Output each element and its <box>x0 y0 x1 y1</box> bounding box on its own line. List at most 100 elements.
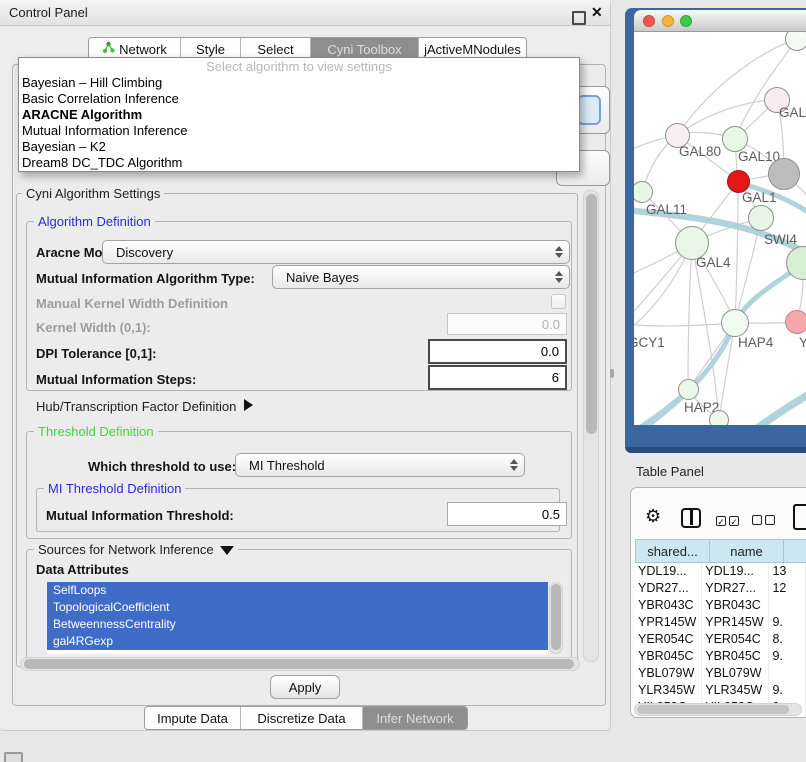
hub-definition-label: Hub/Transcription Factor Definition <box>36 399 236 414</box>
table-cell: YDR27... <box>635 580 702 597</box>
table-cell: YLR345W <box>635 682 702 699</box>
mi-type-select[interactable]: Naive Bayes <box>272 265 570 289</box>
network-window-shadow <box>625 447 806 453</box>
table-row[interactable]: YDR27...YDR27...12 <box>635 580 806 597</box>
network-node[interactable] <box>709 410 729 425</box>
mi-steps-field[interactable] <box>428 365 567 390</box>
close-panel-icon[interactable]: ✕ <box>591 4 603 21</box>
which-threshold-select[interactable]: MI Threshold <box>235 453 525 477</box>
table-cell: YER054C <box>635 631 702 648</box>
table-cell: YPR145W <box>635 614 702 631</box>
mi-type-label: Mutual Information Algorithm Type: <box>36 271 255 286</box>
which-threshold-label: Which threshold to use: <box>88 459 236 474</box>
control-panel-title: Control Panel <box>9 5 88 20</box>
dpi-tolerance-field[interactable] <box>428 339 567 364</box>
apply-button-label: Apply <box>289 680 322 695</box>
cyni-algorithm-settings-title: Cyni Algorithm Settings <box>22 186 164 201</box>
table-cell: YBR043C <box>702 597 769 614</box>
attribute-item-gal4rgexp[interactable]: gal4RGexp <box>47 633 548 650</box>
minimize-window-button[interactable] <box>662 15 674 27</box>
table-cell: YDL19... <box>702 563 769 580</box>
algorithm-option-aracne-algorithm[interactable]: ARACNE Algorithm <box>19 107 579 123</box>
algorithm-option-basic-correlation-inference[interactable]: Basic Correlation Inference <box>19 91 579 107</box>
manual-kernel-checkbox[interactable] <box>551 294 566 309</box>
network-node-y[interactable] <box>785 310 806 334</box>
focused-spinner-fragment[interactable] <box>577 95 601 125</box>
sources-group-header[interactable]: Sources for Network Inference <box>34 542 238 557</box>
attribute-item-topologicalcoefficient[interactable]: TopologicalCoefficient <box>47 599 548 616</box>
algorithm-option-bayesian-k2[interactable]: Bayesian – K2 <box>19 139 579 155</box>
mi-threshold-field[interactable] <box>447 502 567 526</box>
settings-scrollbar-thumb[interactable] <box>586 194 597 434</box>
deselect-all-rows-icon[interactable] <box>752 512 778 530</box>
attributes-scrollbar-thumb[interactable] <box>551 584 561 650</box>
column-header-name[interactable]: name <box>709 539 783 563</box>
table-cell: YBL079W <box>635 665 702 682</box>
kernel-width-field[interactable] <box>447 313 567 335</box>
network-node-label: GAL11 <box>646 202 687 217</box>
attribute-item-selfloops[interactable]: SelfLoops <box>47 582 548 599</box>
tab-label: Discretize Data <box>257 711 345 726</box>
tab-infer-network[interactable]: Infer Network <box>363 707 467 729</box>
aracne-mode-select[interactable]: Discovery <box>102 240 570 264</box>
table-row[interactable]: YBR043CYBR043C <box>635 597 806 614</box>
algorithm-option-dream8-dc-tdc-algorithm[interactable]: Dream8 DC_TDC Algorithm <box>19 155 579 171</box>
table-settings-gear-icon[interactable]: ⚙ <box>645 506 661 527</box>
network-window-titlebar[interactable] <box>634 10 806 32</box>
data-attributes-list: SelfLoopsTopologicalCoefficientBetweenne… <box>47 582 548 654</box>
table-row[interactable]: YBR045CYBR045C9. <box>635 648 806 665</box>
table-cell: 9. <box>769 614 806 631</box>
table-row[interactable]: YBL079WYBL079W <box>635 665 806 682</box>
aracne-mode-value: Discovery <box>116 245 173 260</box>
table-cell: YBL079W <box>702 665 769 682</box>
column-visibility-icon[interactable] <box>681 508 701 528</box>
table-cell: 8. <box>769 631 806 648</box>
data-attributes-label: Data Attributes <box>36 562 129 577</box>
kernel-width-label: Kernel Width (0,1): <box>36 320 151 335</box>
algorithm-option-bayesian-hill-climbing[interactable]: Bayesian – Hill Climbing <box>19 75 579 91</box>
table-panel-title: Table Panel <box>636 464 704 479</box>
export-table-icon[interactable] <box>793 504 806 530</box>
panel-splitter-grip[interactable] <box>610 369 614 378</box>
column-header-hidden[interactable] <box>783 539 806 563</box>
table-row[interactable]: YER054CYER054C8. <box>635 631 806 648</box>
table-row[interactable]: YLR345WYLR345W9. <box>635 682 806 699</box>
table-cell: 9. <box>769 682 806 699</box>
tab-label: Infer Network <box>376 711 453 726</box>
tab-label: jActiveMNodules <box>424 42 521 57</box>
dpi-tolerance-label: DPI Tolerance [0,1]: <box>36 346 156 361</box>
select-all-rows-icon[interactable]: ✓✓ <box>716 512 742 530</box>
mi-threshold-label: Mutual Information Threshold: <box>46 508 234 523</box>
mi-type-value: Naive Bayes <box>286 270 359 285</box>
apply-button[interactable]: Apply <box>270 675 340 699</box>
tab-label: Network <box>119 42 167 57</box>
tab-impute-data[interactable]: Impute Data <box>145 707 241 729</box>
collapse-down-icon <box>220 546 234 555</box>
network-canvas[interactable]: GALGAL80GAL10GAL1GAL11SWI4GAL4GCY1HAP4YH… <box>634 32 806 425</box>
algorithm-definition-title: Algorithm Definition <box>34 214 155 229</box>
network-node-hap4[interactable] <box>721 309 749 337</box>
float-panel-icon[interactable] <box>572 11 586 25</box>
table-cell: YBR045C <box>635 648 702 665</box>
close-window-button[interactable] <box>643 15 655 27</box>
settings-hscrollbar-thumb[interactable] <box>24 659 574 669</box>
network-node-label: GAL80 <box>679 144 721 159</box>
zoom-window-button[interactable] <box>680 15 692 27</box>
hub-definition-expander[interactable]: Hub/Transcription Factor Definition <box>36 399 253 414</box>
tab-discretize-data[interactable]: Discretize Data <box>241 707 363 729</box>
stepper-arrows-icon <box>509 458 517 472</box>
network-node-hap2[interactable] <box>678 379 699 400</box>
attribute-item-betweennesscentrality[interactable]: BetweennessCentrality <box>47 616 548 633</box>
network-node-label: GAL <box>779 105 806 120</box>
column-header-shared[interactable]: shared... <box>635 539 709 563</box>
table-row[interactable]: YPR145WYPR145W9. <box>635 614 806 631</box>
table-hscrollbar-thumb[interactable] <box>637 705 789 714</box>
cyni-bottom-tab-bar: Impute Data Discretize Data Infer Network <box>144 706 468 730</box>
algorithm-option-mutual-information-inference[interactable]: Mutual Information Inference <box>19 123 579 139</box>
table-row[interactable]: YDL19...YDL19...13 <box>635 563 806 580</box>
network-node-swi4[interactable] <box>748 205 774 231</box>
stepper-arrows-icon <box>554 270 562 284</box>
network-node[interactable] <box>768 158 800 190</box>
minimized-panel-icon[interactable] <box>4 752 23 762</box>
expand-right-icon <box>244 399 253 411</box>
